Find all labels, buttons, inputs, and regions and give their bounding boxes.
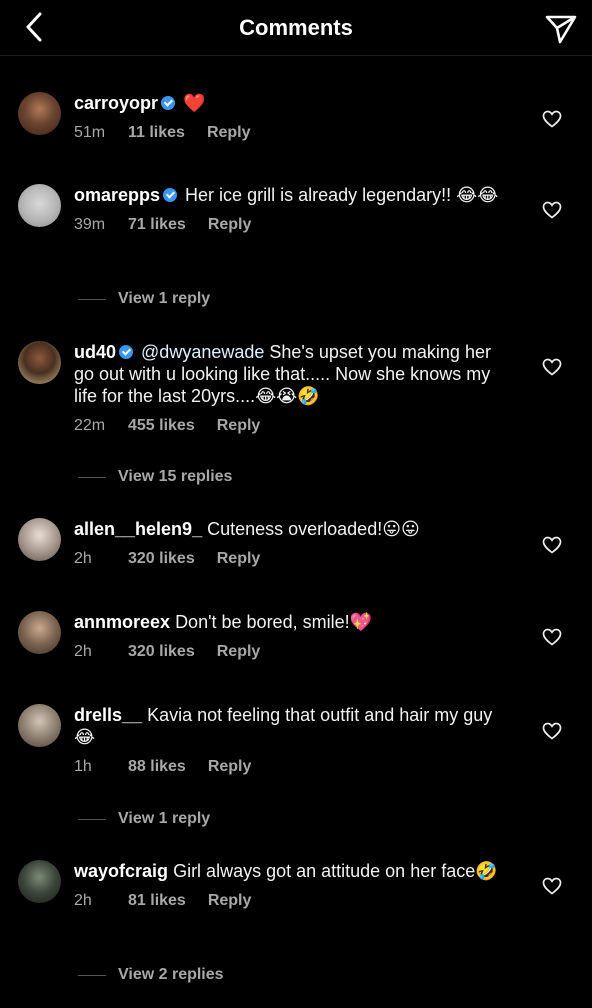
avatar[interactable] <box>18 92 61 135</box>
reply-button[interactable]: Reply <box>217 643 261 661</box>
send-icon[interactable] <box>544 11 578 45</box>
reply-button[interactable]: Reply <box>208 216 252 234</box>
heart-icon[interactable] <box>542 358 562 376</box>
divider <box>78 974 106 976</box>
divider <box>78 298 106 300</box>
comment-username[interactable]: omarepps <box>74 185 160 205</box>
comment-time: 1h <box>74 758 92 775</box>
page-title: Comments <box>239 14 353 40</box>
comment-username[interactable]: carroyopr <box>74 93 158 113</box>
view-replies-button[interactable]: View 1 reply <box>78 290 210 308</box>
avatar[interactable] <box>18 611 61 654</box>
comment-username[interactable]: ud40 <box>74 342 116 362</box>
comment-likes[interactable]: 11 likes <box>128 124 185 142</box>
comment-text: Her ice grill is already legendary!! 😂😂 <box>185 185 499 205</box>
header: Comments <box>0 0 592 56</box>
comment-time: 2h <box>74 892 92 909</box>
heart-icon[interactable] <box>542 201 562 219</box>
heart-icon[interactable] <box>542 110 562 128</box>
avatar[interactable] <box>18 518 61 561</box>
comment-username[interactable]: drells__ <box>74 705 142 725</box>
view-replies-label: View 15 replies <box>118 468 233 485</box>
back-arrow-icon[interactable] <box>18 10 50 44</box>
comment-likes[interactable]: 320 likes <box>128 550 195 568</box>
comment-username[interactable]: annmoreex <box>74 612 170 632</box>
comment-time: 2h <box>74 550 92 567</box>
comment-username[interactable]: wayofcraig <box>74 861 168 881</box>
view-replies-button[interactable]: View 15 replies <box>78 468 232 486</box>
heart-icon[interactable] <box>542 877 562 895</box>
comment-time: 51m <box>74 124 106 141</box>
divider <box>78 476 106 478</box>
verified-badge-icon <box>161 95 176 110</box>
comment-likes[interactable]: 88 likes <box>128 758 186 776</box>
reply-button[interactable]: Reply <box>208 892 252 910</box>
comment-username[interactable]: allen__helen9_ <box>74 519 202 539</box>
view-replies-label: View 1 reply <box>118 810 211 827</box>
avatar[interactable] <box>18 860 61 903</box>
comment-likes[interactable]: 71 likes <box>128 216 186 234</box>
heart-icon[interactable] <box>542 536 562 554</box>
comment-time: 22m <box>74 417 106 434</box>
heart-icon[interactable] <box>542 628 562 646</box>
comment-likes[interactable]: 455 likes <box>128 417 195 435</box>
reply-button[interactable]: Reply <box>207 124 251 142</box>
comment-text: She's upset you making her go out with u… <box>74 342 491 406</box>
divider <box>78 818 106 820</box>
heart-icon[interactable] <box>542 722 562 740</box>
comment-text: Girl always got an attitude on her face🤣 <box>173 861 498 881</box>
verified-badge-icon <box>163 187 178 202</box>
reply-button[interactable]: Reply <box>217 550 261 568</box>
comment-text: Don't be bored, smile!💖 <box>175 612 372 632</box>
comment-likes[interactable]: 81 likes <box>128 892 186 910</box>
view-replies-button[interactable]: View 2 replies <box>78 966 224 984</box>
comment-likes[interactable]: 320 likes <box>128 643 195 661</box>
verified-badge-icon <box>119 344 134 359</box>
view-replies-label: View 1 reply <box>118 290 211 307</box>
avatar[interactable] <box>18 704 61 747</box>
avatar[interactable] <box>18 341 61 384</box>
avatar[interactable] <box>18 184 61 227</box>
comment-time: 2h <box>74 643 92 660</box>
comment-text: Cuteness overloaded!😛😛 <box>207 519 420 539</box>
comment-text: ❤️ <box>183 93 206 113</box>
reply-button[interactable]: Reply <box>217 417 261 435</box>
reply-button[interactable]: Reply <box>208 758 252 776</box>
view-replies-button[interactable]: View 1 reply <box>78 810 210 828</box>
mention-link[interactable]: @dwyanewade <box>141 342 264 362</box>
view-replies-label: View 2 replies <box>118 966 224 983</box>
comment-time: 39m <box>74 216 106 233</box>
